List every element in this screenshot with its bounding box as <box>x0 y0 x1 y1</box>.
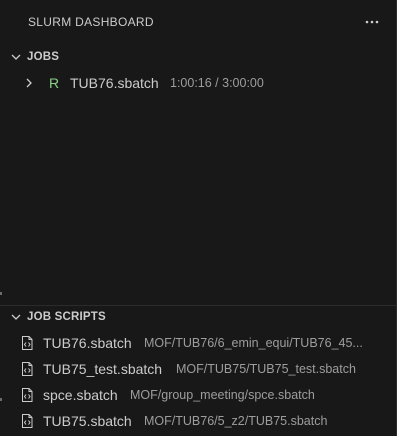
script-name: spce.sbatch <box>43 387 118 403</box>
job-status-label: R <box>49 75 60 91</box>
script-list-item[interactable]: TUB75_test.sbatch MOF/TUB75/TUB75_test.s… <box>0 357 396 381</box>
script-path: MOF/TUB76/6_emin_equi/TUB76_45... <box>144 336 363 350</box>
ellipsis-icon <box>365 20 379 24</box>
job-row[interactable]: R TUB76.sbatch 1:00:16 / 3:00:00 <box>0 72 396 94</box>
script-path: MOF/group_meeting/spce.sbatch <box>130 388 315 402</box>
chevron-right-icon[interactable] <box>21 75 37 91</box>
chevron-down-icon <box>8 309 24 325</box>
script-name: TUB75.sbatch <box>43 413 132 429</box>
script-path: MOF/TUB75/TUB75_test.sbatch <box>176 362 356 376</box>
script-path: MOF/TUB76/5_z2/TUB75.sbatch <box>144 414 328 428</box>
jobs-section-header[interactable]: JOBS <box>0 46 396 68</box>
job-scripts-section-header[interactable]: JOB SCRIPTS <box>0 305 396 327</box>
edge-mark <box>0 292 2 295</box>
file-code-icon <box>22 336 33 350</box>
chevron-down-icon <box>8 49 24 65</box>
script-name: TUB76.sbatch <box>43 335 132 351</box>
job-scripts-section-title: JOB SCRIPTS <box>27 310 106 323</box>
file-code-icon <box>22 362 33 376</box>
script-name: TUB75_test.sbatch <box>43 361 163 377</box>
job-name: TUB76.sbatch <box>70 75 159 91</box>
more-actions-button[interactable] <box>362 12 382 32</box>
file-code-icon <box>22 414 33 428</box>
panel-header: SLURM DASHBOARD <box>0 0 396 43</box>
script-list-item[interactable]: spce.sbatch MOF/group_meeting/spce.sbatc… <box>0 383 396 407</box>
job-elapsed-time: 1:00:16 / 3:00:00 <box>170 76 264 90</box>
script-list-item[interactable]: TUB76.sbatch MOF/TUB76/6_emin_equi/TUB76… <box>0 331 396 355</box>
file-code-icon <box>22 388 33 402</box>
script-list-item[interactable]: TUB75.sbatch MOF/TUB76/5_z2/TUB75.sbatch <box>0 409 396 433</box>
panel-title: SLURM DASHBOARD <box>28 14 154 29</box>
slurm-dashboard-panel: SLURM DASHBOARD JOBS R TUB76.sbatch 1:00… <box>0 0 397 436</box>
jobs-section-title: JOBS <box>27 51 60 63</box>
